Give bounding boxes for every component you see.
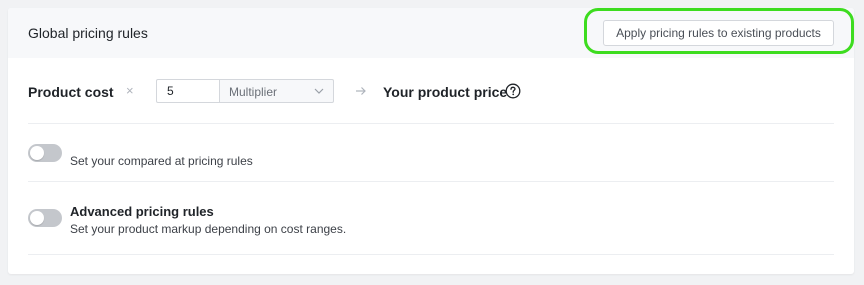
advanced-pricing-title: Advanced pricing rules: [70, 204, 214, 219]
advanced-pricing-description: Set your product markup depending on cos…: [70, 222, 347, 236]
toggle-knob: [30, 211, 44, 225]
toggle-knob: [30, 146, 44, 160]
card-header: Global pricing rules Apply pricing rules…: [8, 8, 854, 58]
pricing-rules-card: Global pricing rules Apply pricing rules…: [8, 8, 854, 274]
question-circle-icon[interactable]: [505, 83, 521, 99]
times-symbol: ×: [126, 83, 134, 98]
advanced-pricing-toggle[interactable]: [28, 209, 62, 227]
divider: [28, 123, 834, 124]
page-title: Global pricing rules: [28, 25, 148, 41]
product-cost-label: Product cost: [28, 84, 114, 100]
multiplier-type-value: Multiplier: [229, 85, 278, 99]
divider: [28, 254, 834, 255]
divider: [28, 181, 834, 182]
compare-at-label: Set your compared at pricing rules: [70, 154, 253, 168]
arrow-right-icon: [356, 87, 366, 95]
apply-pricing-rules-button[interactable]: Apply pricing rules to existing products: [603, 20, 834, 46]
your-product-price-label: Your product price: [383, 84, 508, 100]
compare-at-toggle[interactable]: [28, 144, 62, 162]
multiplier-type-select[interactable]: Multiplier: [219, 79, 334, 103]
chevron-down-icon: [314, 88, 324, 94]
pricing-formula-row: Product cost × Multiplier Your product p…: [28, 79, 834, 103]
multiplier-value-input[interactable]: [156, 79, 220, 103]
